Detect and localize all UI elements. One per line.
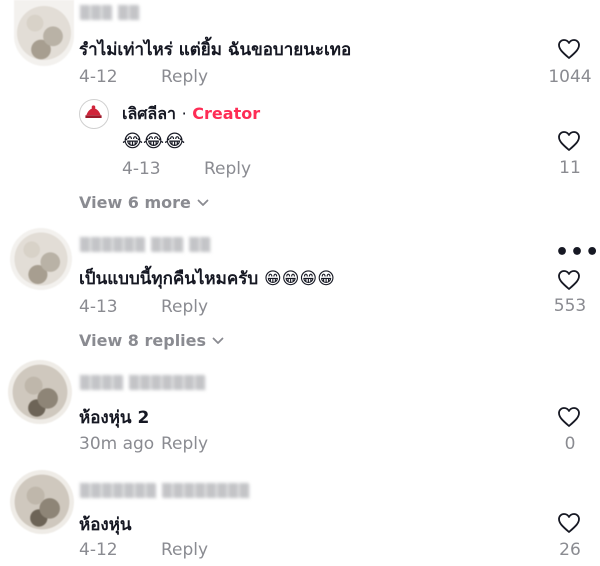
creator-reply-header: เลิศลีลา · Creator bbox=[122, 102, 260, 127]
commenter-avatar[interactable] bbox=[10, 470, 74, 534]
creator-reply-text: 😂😂😂 bbox=[122, 131, 186, 152]
heart-icon[interactable] bbox=[557, 406, 581, 428]
comment-text: ห้องหุ่น 2 bbox=[79, 408, 150, 428]
creator-name[interactable]: เลิศลีลา bbox=[122, 104, 176, 123]
heart-icon[interactable] bbox=[557, 512, 581, 534]
more-options-icon[interactable]: ••• bbox=[555, 240, 600, 265]
commenter-username[interactable]: ▒▒▒ ▒▒ bbox=[80, 6, 140, 21]
like-count: 26 bbox=[559, 540, 581, 560]
like-count: 1044 bbox=[548, 67, 592, 87]
creator-badge: Creator bbox=[192, 104, 261, 123]
comment-date: 4-13 bbox=[79, 297, 118, 317]
reply-date: 4-13 bbox=[122, 159, 161, 179]
comment-date: 4-12 bbox=[79, 540, 118, 560]
heart-icon[interactable] bbox=[557, 130, 581, 152]
reply-button[interactable]: Reply bbox=[161, 67, 208, 87]
like-count: 553 bbox=[553, 296, 587, 316]
view-more-label: View 6 more bbox=[79, 193, 191, 212]
commenter-username[interactable]: ▒▒▒▒▒▒ ▒▒▒ ▒▒ bbox=[80, 238, 211, 253]
commenter-username[interactable]: ▒▒▒▒ ▒▒▒▒▒▒▒ bbox=[80, 376, 206, 391]
reply-button[interactable]: Reply bbox=[161, 540, 208, 560]
reply-button[interactable]: Reply bbox=[161, 297, 208, 317]
reply-button[interactable]: Reply bbox=[204, 159, 251, 179]
commenter-avatar[interactable] bbox=[10, 228, 72, 290]
comment-text: รำไม่เท่าไหร่ แต่ยิ้ม ฉันขอบายนะเทอ bbox=[79, 40, 352, 60]
comment-date: 30m ago bbox=[79, 434, 155, 454]
chevron-down-icon bbox=[197, 199, 209, 206]
commenter-username[interactable]: ▒▒▒▒▒▒▒ ▒▒▒▒▒▒▒▒ bbox=[80, 484, 250, 499]
chevron-down-icon bbox=[212, 337, 224, 344]
view-more-label: View 8 replies bbox=[79, 331, 207, 350]
heart-icon[interactable] bbox=[557, 269, 581, 291]
commenter-avatar[interactable] bbox=[8, 360, 72, 424]
commenter-avatar[interactable] bbox=[14, 0, 74, 66]
heart-icon[interactable] bbox=[557, 38, 581, 60]
view-more-replies-button[interactable]: View 8 replies bbox=[79, 331, 224, 350]
comment-text: ห้องหุ่น bbox=[79, 515, 132, 535]
creator-avatar[interactable] bbox=[79, 99, 109, 129]
like-count: 0 bbox=[564, 434, 576, 454]
comment-date: 4-12 bbox=[79, 67, 118, 87]
view-more-replies-button[interactable]: View 6 more bbox=[79, 193, 209, 212]
like-count: 11 bbox=[559, 158, 581, 178]
creator-logo-icon bbox=[85, 105, 102, 118]
reply-button[interactable]: Reply bbox=[161, 434, 208, 454]
separator-dot: · bbox=[181, 104, 187, 123]
comment-text: เป็นแบบนี้ทุกคืนไหมครับ 😁😁😁😁 bbox=[79, 269, 335, 289]
